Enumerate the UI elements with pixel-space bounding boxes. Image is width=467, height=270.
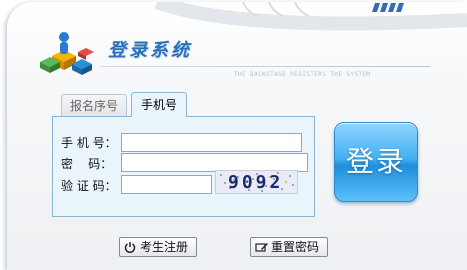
decorative-swoosh bbox=[154, 2, 467, 31]
stripes-icon bbox=[372, 3, 404, 12]
power-icon bbox=[124, 242, 136, 253]
phone-label: 手 机 号： bbox=[61, 136, 117, 150]
reset-password-button[interactable]: 重置密码 bbox=[250, 237, 328, 257]
edit-icon bbox=[255, 243, 268, 252]
system-title: 登录系统 bbox=[108, 40, 192, 61]
reset-password-button-label: 重置密码 bbox=[271, 240, 320, 254]
tab-phone-number[interactable]: 手机号 bbox=[131, 92, 187, 117]
login-button[interactable]: 登录 bbox=[334, 122, 418, 202]
phone-input[interactable] bbox=[121, 133, 302, 152]
register-button[interactable]: 考生注册 bbox=[119, 237, 197, 257]
title-divider bbox=[100, 66, 430, 67]
system-subtitle: THE BACKSTAGE REGISTERS THE SYSTEM bbox=[234, 71, 371, 78]
tab-registration-number[interactable]: 报名序号 bbox=[61, 94, 127, 116]
password-label: 密 码： bbox=[61, 157, 113, 171]
captcha-text: 9092 bbox=[228, 172, 284, 193]
captcha-image[interactable]: 9092 bbox=[215, 170, 298, 194]
captcha-label: 验 证 码： bbox=[61, 179, 117, 193]
captcha-input[interactable] bbox=[121, 175, 212, 194]
register-button-label: 考生注册 bbox=[140, 240, 189, 254]
logo-icon bbox=[40, 32, 94, 75]
